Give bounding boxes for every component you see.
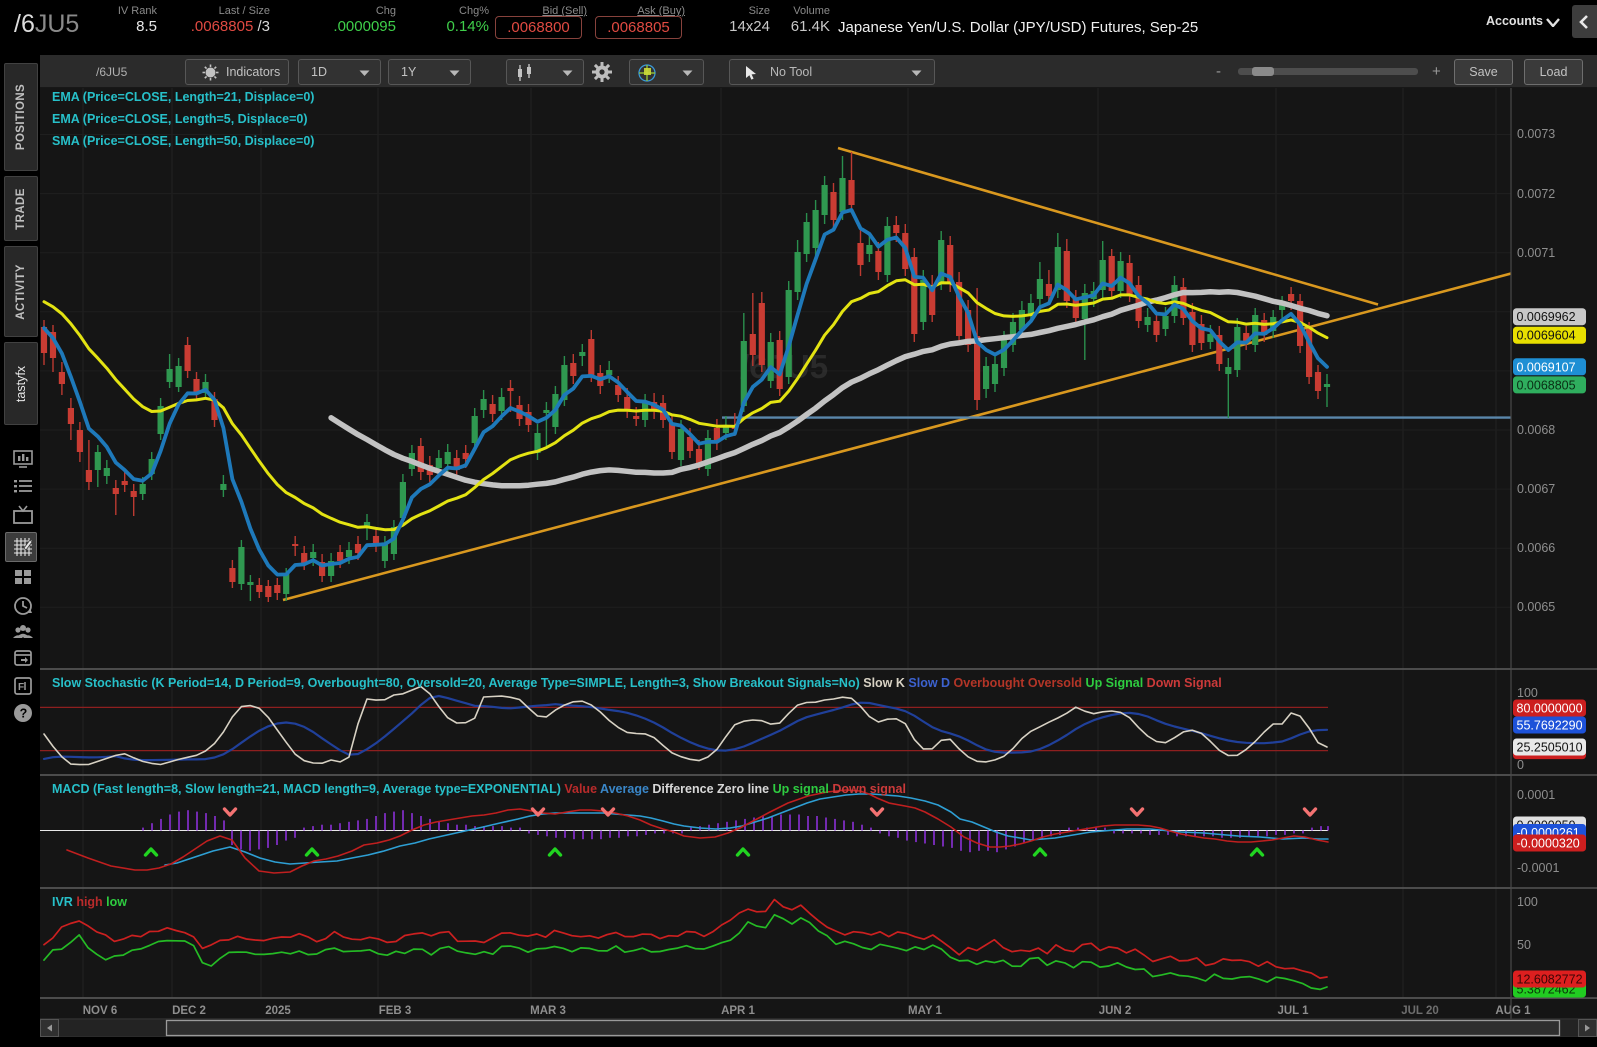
svg-text:0.0069604: 0.0069604 <box>1517 329 1576 343</box>
svg-text:MACD (Fast length=8, Slow leng: MACD (Fast length=8, Slow length=21, MAC… <box>52 782 906 796</box>
svg-text:EMA (Price=CLOSE, Length=21, D: EMA (Price=CLOSE, Length=21, Displace=0) <box>52 90 314 104</box>
svg-text:50: 50 <box>1517 938 1531 952</box>
svg-text:0: 0 <box>1517 758 1524 772</box>
svg-text:Slow Stochastic (K Period=14,: Slow Stochastic (K Period=14, D Period=9… <box>52 676 1222 690</box>
svg-text:SMA (Price=CLOSE, Length=50, D: SMA (Price=CLOSE, Length=50, Displace=0) <box>52 134 314 148</box>
svg-text:100: 100 <box>1517 686 1538 700</box>
svg-text:0.0066: 0.0066 <box>1517 541 1555 555</box>
svg-text:F: F <box>18 682 24 693</box>
svg-text:-0.0000320: -0.0000320 <box>1517 837 1580 851</box>
svg-text:MAR 3: MAR 3 <box>530 1005 566 1017</box>
svg-text:0.0069962: 0.0069962 <box>1517 310 1576 324</box>
svg-text:DEC 2: DEC 2 <box>172 1005 206 1017</box>
svg-text:2025: 2025 <box>265 1005 291 1017</box>
svg-text:0.0069107: 0.0069107 <box>1517 360 1576 374</box>
svg-text:JUN 2: JUN 2 <box>1099 1005 1132 1017</box>
svg-text:JUL 20: JUL 20 <box>1401 1005 1439 1017</box>
svg-text:0.0072: 0.0072 <box>1517 187 1555 201</box>
svg-text:IVR high low: IVR high low <box>52 895 127 909</box>
svg-text:0.0068: 0.0068 <box>1517 423 1555 437</box>
svg-text:EMA (Price=CLOSE, Length=5, Di: EMA (Price=CLOSE, Length=5, Displace=0) <box>52 112 308 126</box>
svg-text:0.0067: 0.0067 <box>1517 482 1555 496</box>
svg-text:APR 1: APR 1 <box>721 1005 755 1017</box>
svg-text:JUL 1: JUL 1 <box>1277 1005 1309 1017</box>
svg-text:0.0071: 0.0071 <box>1517 246 1555 260</box>
svg-text:0.0065: 0.0065 <box>1517 600 1555 614</box>
svg-text:12.6082772: 12.6082772 <box>1517 973 1583 987</box>
svg-text:?: ? <box>20 707 28 721</box>
svg-text:25.2505010: 25.2505010 <box>1517 741 1583 755</box>
svg-text:55.7692290: 55.7692290 <box>1517 719 1583 733</box>
svg-text:0.0001: 0.0001 <box>1517 788 1555 802</box>
svg-text:0.0073: 0.0073 <box>1517 127 1555 141</box>
svg-text:0.0068805: 0.0068805 <box>1517 378 1576 392</box>
svg-text:-0.0001: -0.0001 <box>1517 861 1559 875</box>
svg-text:80.0000000: 80.0000000 <box>1517 702 1583 716</box>
svg-text:AUG 1: AUG 1 <box>1495 1005 1531 1017</box>
svg-text:MAY 1: MAY 1 <box>908 1005 942 1017</box>
svg-text:100: 100 <box>1517 895 1538 909</box>
svg-text:NOV 6: NOV 6 <box>83 1005 118 1017</box>
svg-text:FEB 3: FEB 3 <box>379 1005 412 1017</box>
